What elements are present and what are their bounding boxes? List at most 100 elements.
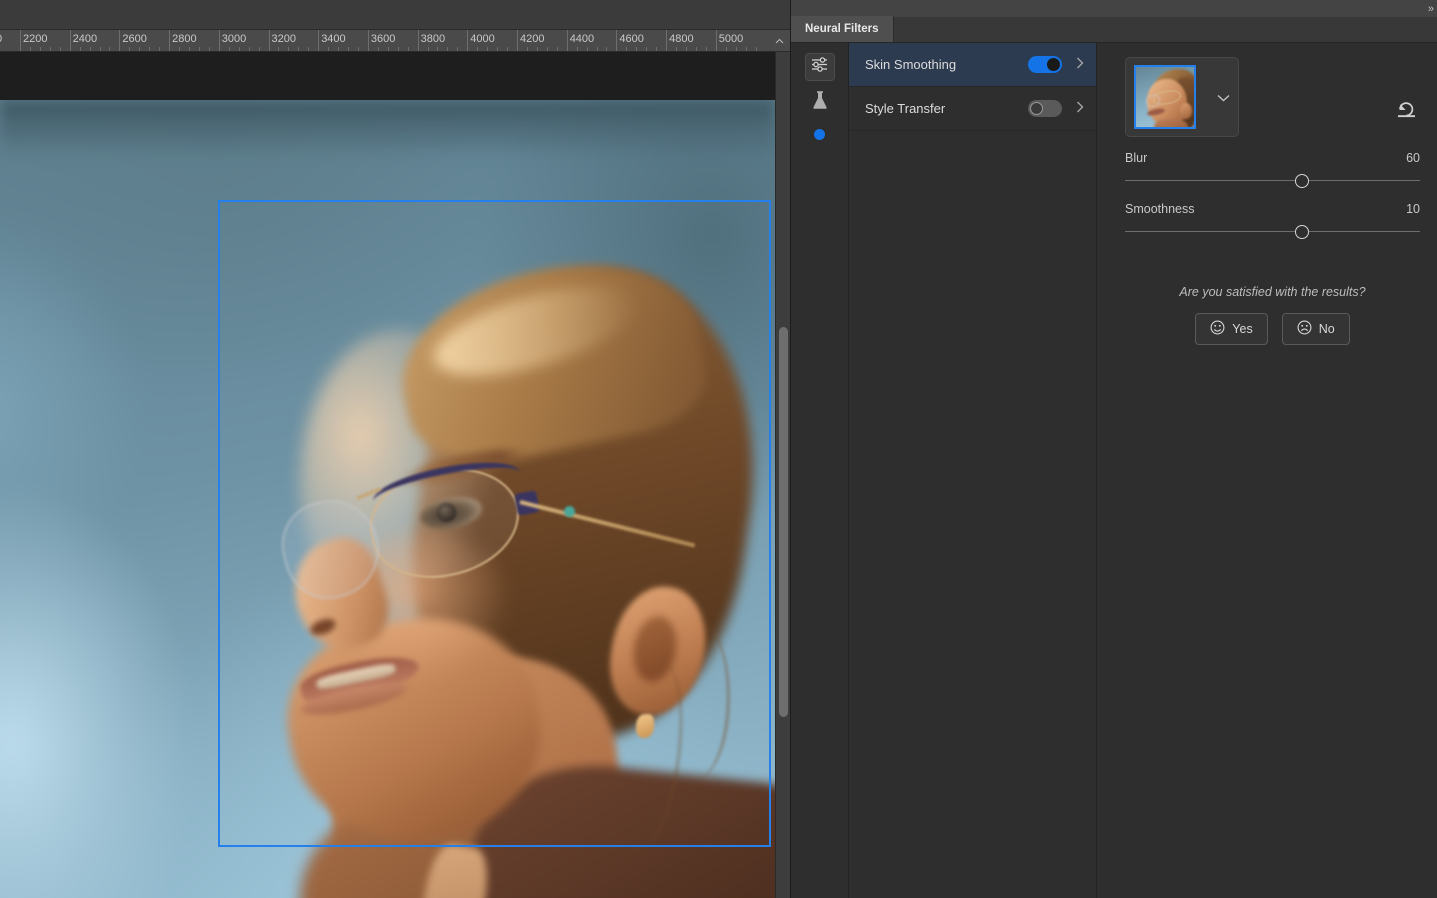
- slider-line: [1125, 231, 1420, 232]
- slider-track-smoothness[interactable]: [1125, 225, 1420, 239]
- ruler-minor-tick: [636, 47, 638, 51]
- ruler-major-tick: [566, 30, 568, 51]
- ruler-minor-tick: [606, 47, 608, 51]
- ruler-minor-tick: [188, 47, 190, 51]
- feedback-yes-label: Yes: [1232, 322, 1253, 336]
- rail-item-beta-filters[interactable]: [805, 89, 835, 117]
- ruler-major-tick: [517, 30, 518, 51]
- ruler-minor-tick: [507, 47, 509, 51]
- ruler-minor-tick: [149, 47, 151, 51]
- ruler-minor-tick: [298, 47, 300, 51]
- filter-toggle-skin-smoothing[interactable]: [1028, 56, 1062, 73]
- ruler-minor-tick: [427, 47, 429, 51]
- reset-undo-icon: [1396, 101, 1417, 124]
- toggle-knob: [1030, 102, 1043, 115]
- panel-tab-strip: Neural Filters: [791, 16, 1437, 43]
- ruler-minor-tick: [89, 47, 91, 51]
- ruler-minor-tick: [695, 47, 697, 51]
- canvas-vertical-scrollbar[interactable]: [775, 52, 790, 898]
- filter-label: Style Transfer: [865, 101, 946, 116]
- chevron-right-icon[interactable]: [1076, 57, 1084, 72]
- ruler-minor-tick: [626, 47, 628, 51]
- adjustments-icon: [811, 57, 828, 77]
- ruler-major-tick: [715, 30, 717, 51]
- ruler-minor-tick: [159, 47, 161, 51]
- filter-toggle-style-transfer[interactable]: [1028, 100, 1062, 117]
- reset-button[interactable]: [1392, 101, 1420, 123]
- document-image[interactable]: [0, 100, 775, 898]
- double-chevron-right-icon[interactable]: »: [1428, 3, 1434, 15]
- image-subject: [0, 100, 775, 898]
- ruler-minor-tick: [526, 47, 528, 51]
- neural-filters-panel-dock: » Neural Filters Skin Smoothing Style Tr…: [790, 0, 1437, 898]
- ruler-minor-tick: [646, 47, 648, 51]
- status-dot[interactable]: [814, 129, 825, 140]
- ruler-minor-tick: [139, 47, 141, 51]
- tab-neural-filters[interactable]: Neural Filters: [791, 16, 894, 42]
- feedback-question: Are you satisfied with the results?: [1179, 285, 1366, 299]
- chevron-right-icon[interactable]: [1076, 101, 1084, 116]
- chevron-down-icon[interactable]: [1217, 90, 1230, 105]
- ruler-minor-tick: [497, 47, 499, 51]
- ruler-minor-tick: [59, 47, 61, 51]
- ruler-minor-tick: [258, 47, 260, 51]
- slider-header: Blur 60: [1125, 151, 1420, 165]
- slider-handle-blur[interactable]: [1295, 174, 1309, 188]
- filter-row-skin-smoothing[interactable]: Skin Smoothing: [849, 43, 1096, 87]
- ruler-label: 4200: [520, 33, 545, 45]
- ruler-minor-tick: [99, 47, 101, 51]
- ruler-minor-tick: [129, 47, 131, 51]
- photoshop-window: 2200 2400 2600 2800 3000 3200 3400 3600 3800 4000…: [0, 0, 1437, 898]
- smiley-happy-icon: [1210, 320, 1225, 338]
- ruler-major-tick: [616, 30, 618, 51]
- slider-value: 10: [1406, 202, 1420, 216]
- slider-track-blur[interactable]: [1125, 174, 1420, 188]
- ruler-scroll-up-icon[interactable]: [770, 32, 788, 50]
- filter-row-style-transfer[interactable]: Style Transfer: [849, 87, 1096, 131]
- ruler-minor-tick: [387, 47, 389, 51]
- ruler-minor-tick: [208, 47, 210, 51]
- ruler-minor-tick: [49, 47, 51, 51]
- feedback-no-label: No: [1318, 322, 1335, 336]
- ruler-label: 4000: [470, 33, 495, 45]
- ruler-minor-tick: [705, 47, 707, 51]
- ruler-label: 3000: [221, 33, 247, 45]
- slider-line: [1125, 180, 1420, 181]
- face-selector[interactable]: [1125, 57, 1239, 137]
- horizontal-ruler[interactable]: 2200 2400 2600 2800 3000 3200 3400 3600 3800 4000…: [0, 30, 790, 52]
- feedback-section: Are you satisfied with the results? Yes: [1125, 285, 1420, 345]
- thumb-neck: [1154, 119, 1188, 127]
- ruler-minor-tick: [228, 47, 230, 51]
- canvas-scrollbar-thumb[interactable]: [779, 327, 788, 717]
- feedback-buttons: Yes No: [1125, 313, 1420, 345]
- ruler-label: 5000: [718, 33, 744, 45]
- ruler-minor-tick: [248, 47, 250, 51]
- filter-list: Skin Smoothing Style Transfer: [849, 43, 1097, 898]
- ruler-minor-tick: [685, 47, 687, 51]
- face-thumbnail[interactable]: [1134, 65, 1196, 129]
- ruler-major-tick: [218, 30, 220, 51]
- feedback-yes-button[interactable]: Yes: [1195, 313, 1268, 345]
- thumbnail-scene: [1136, 67, 1194, 127]
- ruler-minor-tick: [348, 47, 350, 51]
- flask-icon: [812, 91, 828, 115]
- slider-handle-smoothness[interactable]: [1295, 225, 1309, 239]
- ruler-label: 0: [0, 33, 2, 45]
- feedback-no-button[interactable]: No: [1281, 313, 1350, 345]
- document-canvas-area[interactable]: 2200 2400 2600 2800 3000 3200 3400 3600 3800 4000…: [0, 0, 790, 898]
- ruler-minor-tick: [676, 47, 678, 51]
- ruler-major-tick: [119, 30, 121, 51]
- ruler-label: 2800: [172, 33, 197, 45]
- ruler-minor-tick: [725, 47, 727, 51]
- ruler-minor-tick: [288, 47, 290, 51]
- ruler-major-tick: [666, 30, 668, 51]
- ruler-minor-tick: [477, 47, 479, 51]
- slider-label: Blur: [1125, 151, 1148, 165]
- ruler-minor-tick: [377, 47, 379, 51]
- ruler-label: 3400: [321, 33, 346, 45]
- rail-item-adjustments[interactable]: [804, 53, 835, 81]
- ruler-minor-tick: [39, 47, 41, 51]
- ruler-minor-tick: [556, 47, 558, 51]
- ruler-minor-tick: [109, 47, 111, 51]
- ruler-minor-tick: [328, 47, 330, 51]
